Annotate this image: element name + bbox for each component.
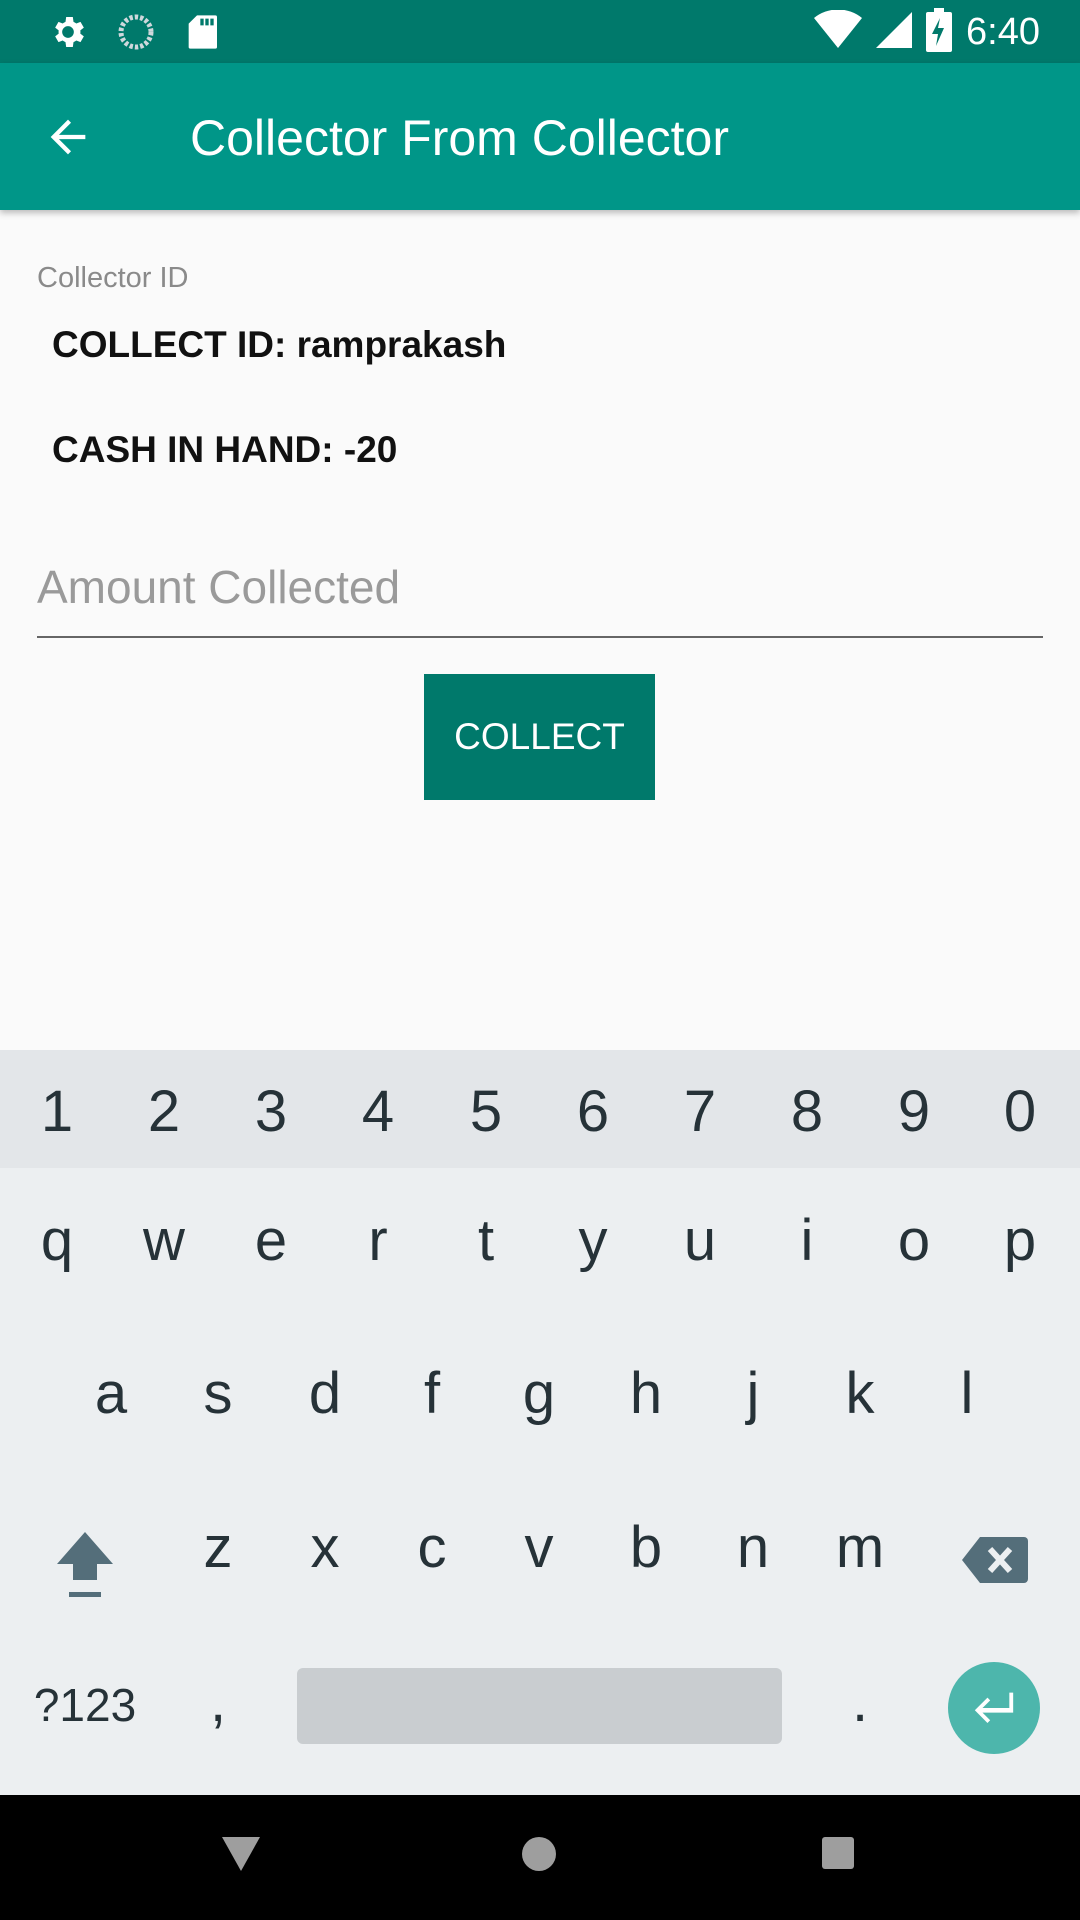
amount-collected-field[interactable] — [37, 560, 1043, 638]
nav-back-icon[interactable] — [222, 1837, 260, 1876]
key-l[interactable]: l — [927, 1360, 1007, 1427]
key-3[interactable]: 3 — [231, 1078, 311, 1145]
key-comma[interactable]: , — [178, 1668, 258, 1735]
key-5[interactable]: 5 — [446, 1078, 526, 1145]
key-s[interactable]: s — [178, 1360, 258, 1427]
system-nav-bar — [0, 1795, 1080, 1920]
collect-id-text: COLLECT ID: ramprakash — [52, 324, 507, 365]
nav-home-icon[interactable] — [522, 1837, 556, 1871]
key-b[interactable]: b — [606, 1514, 686, 1581]
key-e[interactable]: e — [231, 1207, 311, 1274]
key-u[interactable]: u — [660, 1207, 740, 1274]
key-j[interactable]: j — [713, 1360, 793, 1427]
clock-time: 6:40 — [966, 11, 1040, 53]
key-x[interactable]: x — [285, 1514, 365, 1581]
shift-icon[interactable] — [45, 1528, 125, 1614]
app-bar: Collector From Collector — [0, 63, 1080, 210]
key-t[interactable]: t — [446, 1207, 526, 1274]
collect-button[interactable]: COLLECT — [424, 674, 655, 800]
gear-icon — [48, 12, 88, 57]
key-7[interactable]: 7 — [660, 1078, 740, 1145]
key-f[interactable]: f — [392, 1360, 472, 1427]
key-w[interactable]: w — [124, 1207, 204, 1274]
enter-icon[interactable] — [948, 1662, 1040, 1754]
key-6[interactable]: 6 — [553, 1078, 633, 1145]
key-z[interactable]: z — [178, 1514, 258, 1581]
status-bar: 6:40 — [0, 0, 1080, 63]
key-y[interactable]: y — [553, 1207, 633, 1274]
key-p[interactable]: p — [980, 1207, 1060, 1274]
collector-id-label: Collector ID — [37, 262, 189, 294]
key-g[interactable]: g — [499, 1360, 579, 1427]
key-8[interactable]: 8 — [767, 1078, 847, 1145]
amount-collected-input[interactable] — [37, 560, 1043, 614]
key-period[interactable]: . — [820, 1668, 900, 1735]
key-c[interactable]: c — [392, 1514, 472, 1581]
battery-charging-icon — [926, 8, 953, 57]
cash-in-hand-text: CASH IN HAND: -20 — [52, 429, 398, 470]
key-9[interactable]: 9 — [874, 1078, 954, 1145]
key-i[interactable]: i — [767, 1207, 847, 1274]
form-content: Collector ID COLLECT ID: ramprakash CASH… — [0, 210, 1080, 1050]
backspace-icon[interactable] — [955, 1532, 1035, 1599]
key-r[interactable]: r — [338, 1207, 418, 1274]
space-bar[interactable] — [297, 1668, 782, 1744]
key-0[interactable]: 0 — [980, 1078, 1060, 1145]
key-o[interactable]: o — [874, 1207, 954, 1274]
arrow-back-icon[interactable] — [42, 111, 102, 163]
number-row: 1 2 3 4 5 6 7 8 9 0 — [0, 1050, 1080, 1168]
key-a[interactable]: a — [71, 1360, 151, 1427]
symbols-key[interactable]: ?123 — [30, 1678, 140, 1732]
key-d[interactable]: d — [285, 1360, 365, 1427]
key-4[interactable]: 4 — [338, 1078, 418, 1145]
key-q[interactable]: q — [17, 1207, 97, 1274]
soft-keyboard: 1 2 3 4 5 6 7 8 9 0 q w e r t y u i o p … — [0, 1050, 1080, 1795]
signal-icon — [876, 10, 913, 55]
wifi-icon — [814, 9, 863, 55]
key-v[interactable]: v — [499, 1514, 579, 1581]
key-1[interactable]: 1 — [17, 1078, 97, 1145]
key-n[interactable]: n — [713, 1514, 793, 1581]
key-2[interactable]: 2 — [124, 1078, 204, 1145]
key-m[interactable]: m — [820, 1514, 900, 1581]
sd-card-icon — [184, 12, 220, 57]
key-h[interactable]: h — [606, 1360, 686, 1427]
page-title: Collector From Collector — [190, 110, 730, 166]
key-k[interactable]: k — [820, 1360, 900, 1427]
sync-icon — [116, 12, 156, 57]
nav-recents-icon[interactable] — [822, 1837, 854, 1869]
